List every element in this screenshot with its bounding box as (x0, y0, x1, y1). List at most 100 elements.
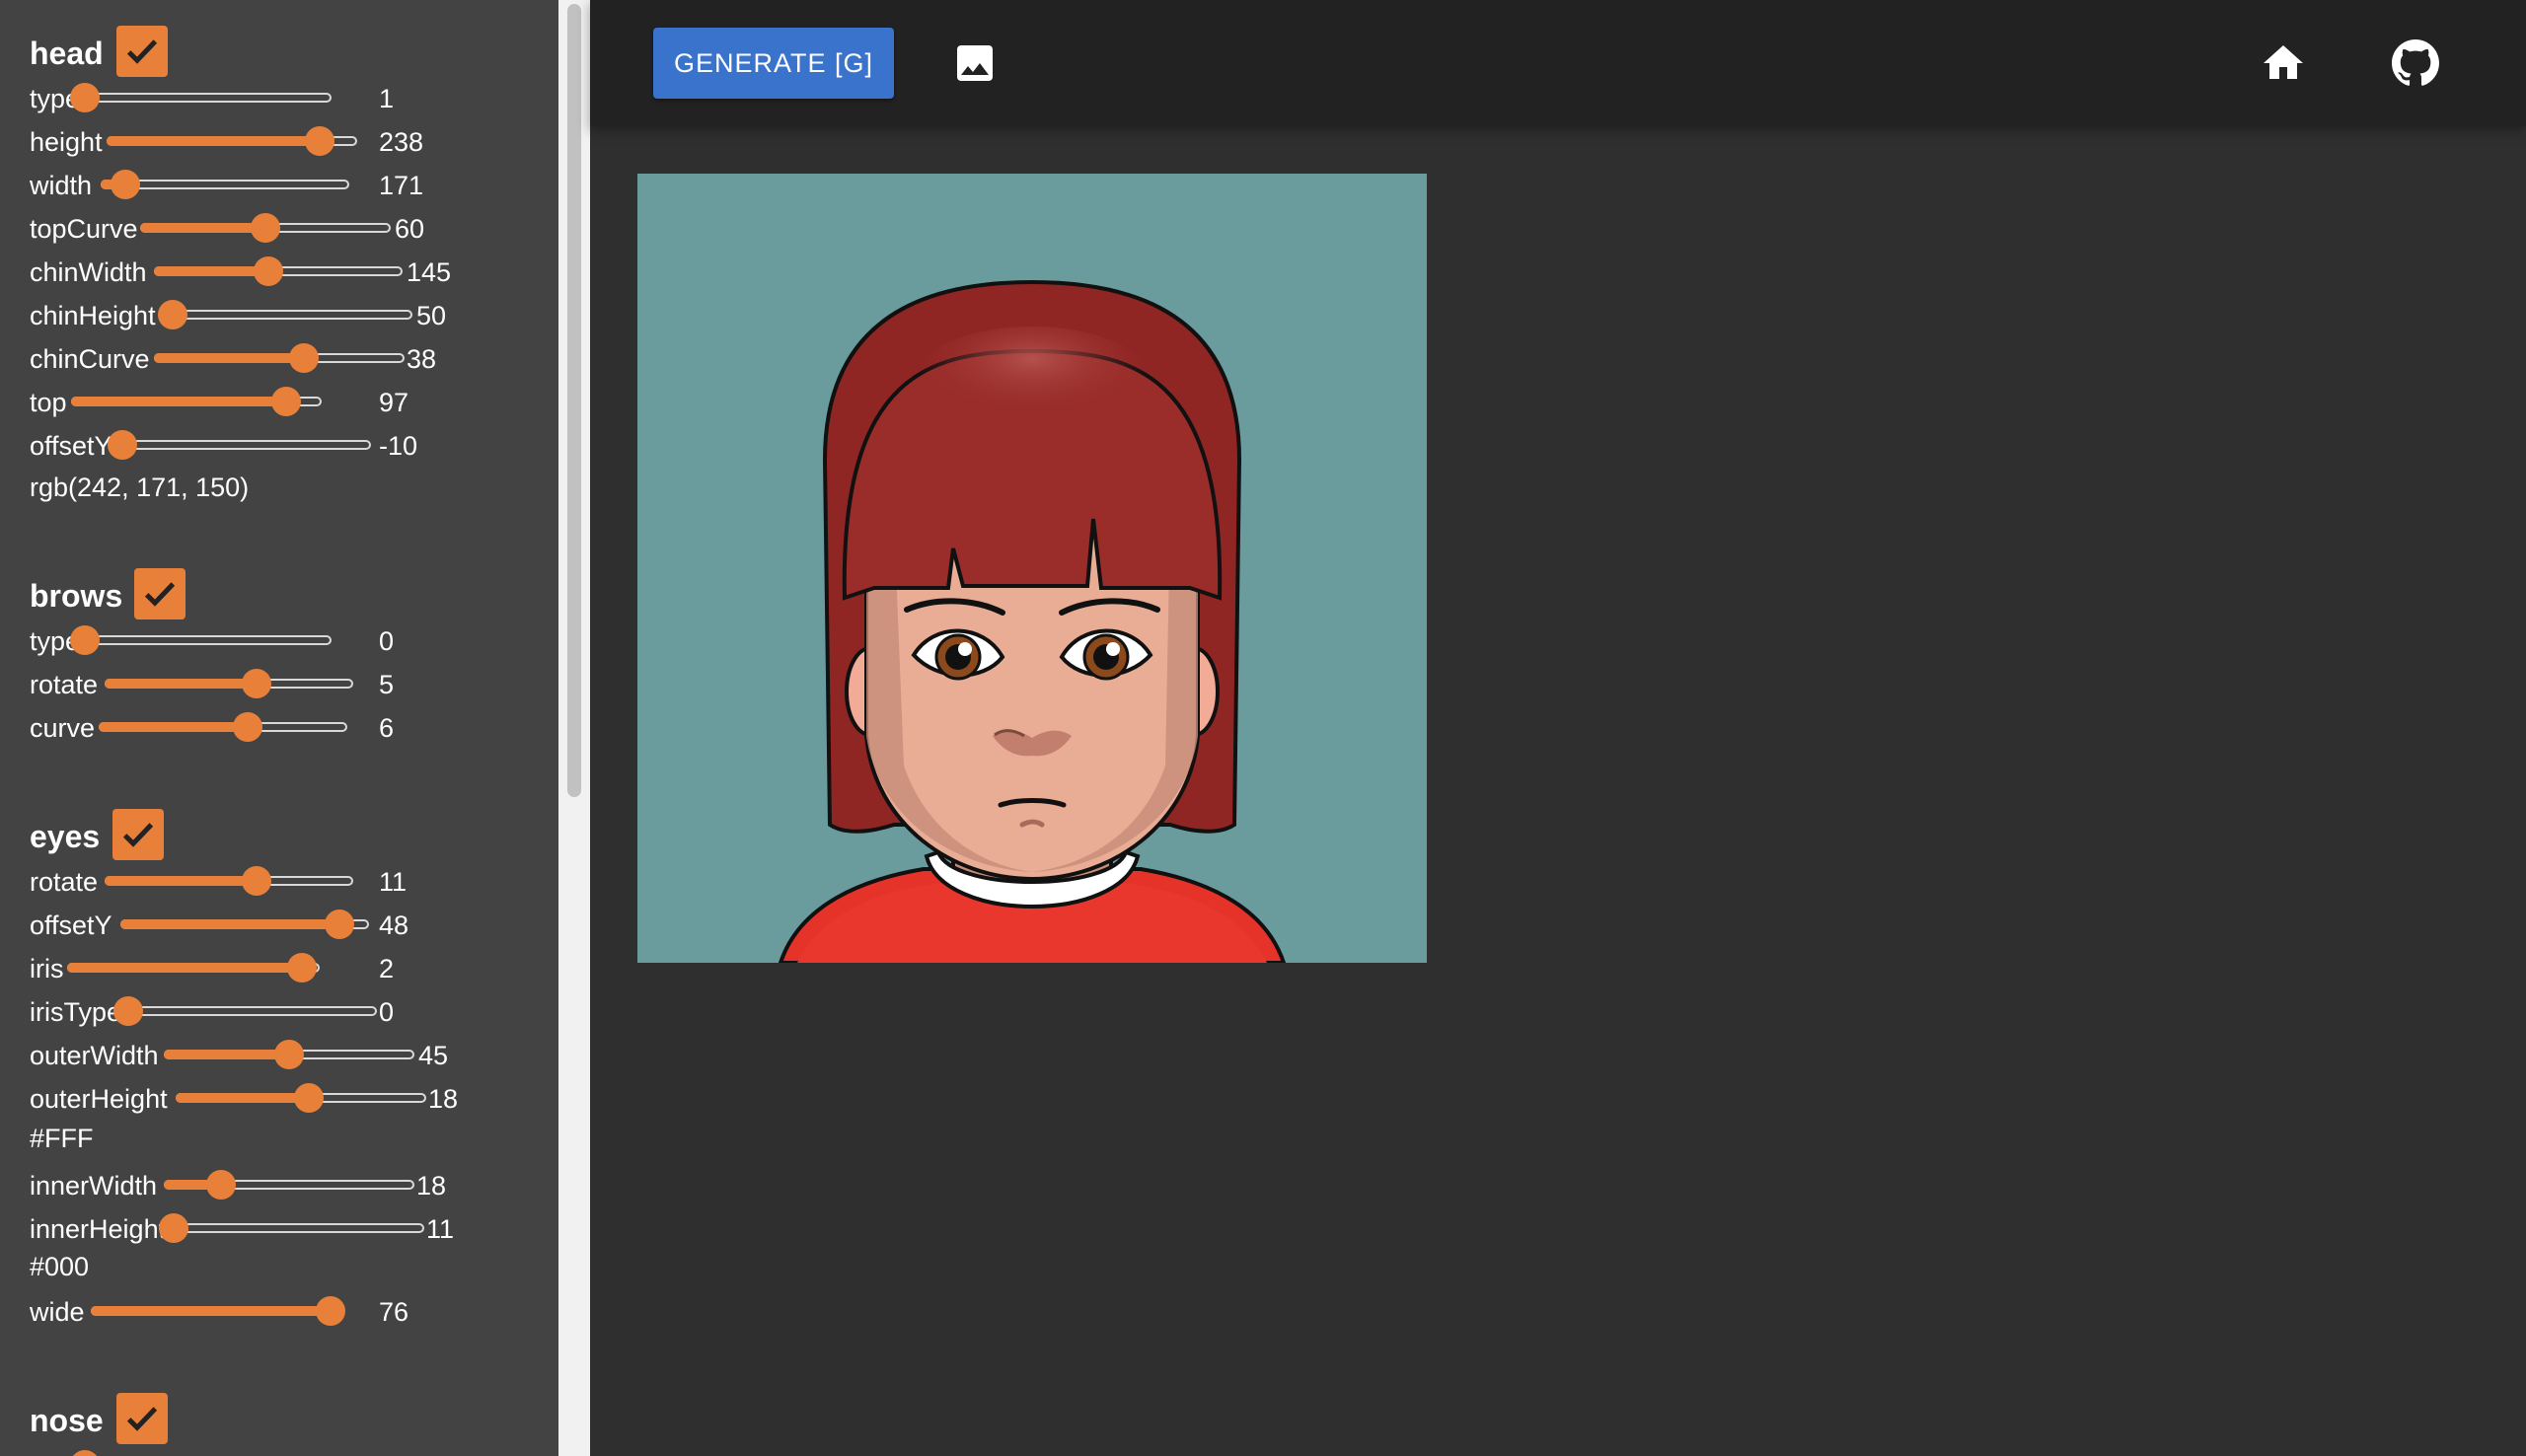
head-toggle-checkbox[interactable] (116, 26, 168, 77)
control-value-iris: 2 (379, 954, 395, 983)
home-icon[interactable] (2260, 39, 2307, 87)
slider-thumb[interactable] (206, 1170, 237, 1200)
slider-topCurve[interactable] (140, 207, 391, 251)
top-toolbar: GENERATE [G] (590, 0, 2526, 126)
slider-thumb[interactable] (253, 256, 283, 286)
control-label-topCurve: topCurve (30, 214, 138, 244)
eyes-toggle-checkbox[interactable] (112, 809, 164, 860)
slider-fill (67, 963, 303, 973)
control-row-curve: curve 6 (0, 706, 558, 750)
slider-rotate[interactable] (105, 663, 353, 706)
slider-innerHeight[interactable] (159, 1207, 424, 1251)
slider-thumb[interactable] (111, 170, 141, 199)
control-row-chinCurve: chinCurve 38 (0, 337, 558, 381)
slider-iris[interactable] (67, 947, 320, 990)
slider-thumb[interactable] (324, 910, 354, 939)
slider-fill (105, 876, 257, 886)
slider-wide[interactable] (91, 1290, 345, 1334)
slider-thumb[interactable] (289, 343, 320, 373)
control-label-height: height (30, 127, 103, 157)
control-row-rotate: rotate 5 (0, 663, 558, 706)
slider-outerHeight[interactable] (176, 1077, 426, 1121)
control-row-offsetY: offsetY -10 (0, 424, 558, 468)
image-icon[interactable] (951, 39, 999, 87)
nose-toggle-checkbox[interactable] (116, 1393, 168, 1444)
slider-offsetY[interactable] (108, 424, 371, 468)
slider-thumb[interactable] (241, 866, 271, 896)
control-label-rotate: rotate (30, 670, 99, 699)
slider-thumb[interactable] (233, 712, 263, 742)
control-label-outerWidth: outerWidth (30, 1041, 159, 1070)
slider-thumb[interactable] (157, 300, 187, 329)
slider-thumb[interactable] (293, 1083, 324, 1113)
slider-width[interactable] (101, 164, 349, 207)
eyes-inner-color[interactable]: #000 (30, 1249, 89, 1284)
control-label-irisType: irisType (30, 997, 122, 1027)
slider-chinWidth[interactable] (154, 251, 403, 294)
slider-thumb[interactable] (70, 83, 100, 112)
control-label-outerHeight: outerHeight (30, 1084, 168, 1114)
slider-thumb[interactable] (70, 1450, 100, 1456)
nose-first-control-row (0, 1444, 558, 1456)
slider-thumb[interactable] (274, 1040, 304, 1069)
slider-chinHeight[interactable] (157, 294, 412, 337)
slider-thumb[interactable] (159, 1213, 188, 1243)
slider-type[interactable] (70, 77, 332, 120)
slider-thumb[interactable] (113, 996, 143, 1026)
control-label-curve: curve (30, 713, 96, 743)
github-icon[interactable] (2392, 39, 2439, 87)
slider-top[interactable] (71, 381, 322, 424)
slider-thumb[interactable] (287, 953, 318, 983)
slider-thumb[interactable] (304, 126, 334, 156)
control-row-chinWidth: chinWidth 145 (0, 251, 558, 294)
control-row-innerHeight: innerHeight 11 (0, 1207, 558, 1251)
generate-button[interactable]: GENERATE [G] (653, 28, 894, 99)
slider-rotate[interactable] (105, 860, 353, 904)
control-label-rotate: rotate (30, 867, 99, 897)
slider-outerWidth[interactable] (164, 1034, 414, 1077)
slider-curve[interactable] (99, 706, 347, 750)
slider-chinCurve[interactable] (154, 337, 405, 381)
control-value-outerHeight: 18 (428, 1084, 459, 1114)
control-row-irisType: irisType 0 (0, 990, 558, 1034)
eyes-outer-color[interactable]: #FFF (30, 1121, 94, 1156)
control-label-innerHeight: innerHeight (30, 1214, 167, 1244)
nose-type-slider[interactable] (70, 1444, 332, 1456)
control-row-top: top 97 (0, 381, 558, 424)
slider-irisType[interactable] (113, 990, 377, 1034)
slider-thumb[interactable] (241, 669, 271, 698)
control-label-chinCurve: chinCurve (30, 344, 150, 374)
slider-offsetY[interactable] (120, 904, 369, 947)
control-label-innerWidth: innerWidth (30, 1171, 158, 1201)
control-row-outerHeight: outerHeight 18 (0, 1077, 558, 1121)
slider-height[interactable] (107, 120, 357, 164)
sidebar-scrollbar[interactable] (558, 0, 590, 1456)
brows-section-title: brows (30, 578, 123, 614)
slider-thumb[interactable] (271, 387, 302, 416)
slider-thumb[interactable] (251, 213, 280, 243)
eyes-section-title: eyes (30, 819, 101, 854)
control-row-chinHeight: chinHeight 50 (0, 294, 558, 337)
slider-fill (176, 1093, 309, 1103)
control-row-wide: wide 76 (0, 1290, 558, 1334)
slider-fill (71, 397, 287, 406)
slider-type[interactable] (70, 619, 332, 663)
slider-thumb[interactable] (70, 625, 100, 655)
slider-thumb[interactable] (108, 430, 137, 460)
brows-toggle-checkbox[interactable] (134, 568, 186, 619)
control-label-offsetY: offsetY (30, 431, 112, 461)
control-row-topCurve: topCurve 60 (0, 207, 558, 251)
control-value-rotate: 11 (379, 867, 408, 897)
head-skin-color[interactable]: rgb(242, 171, 150) (30, 470, 249, 505)
control-value-rotate: 5 (379, 670, 395, 699)
slider-innerWidth[interactable] (164, 1164, 414, 1207)
sidebar-scrollbar-thumb[interactable] (567, 4, 581, 797)
control-value-height: 238 (379, 127, 424, 157)
control-value-width: 171 (379, 171, 424, 200)
control-label-width: width (30, 171, 93, 200)
slider-fill (91, 1306, 331, 1316)
slider-fill (140, 223, 265, 233)
control-row-offsetY: offsetY 48 (0, 904, 558, 947)
slider-thumb[interactable] (315, 1296, 345, 1326)
control-value-chinHeight: 50 (416, 301, 447, 330)
